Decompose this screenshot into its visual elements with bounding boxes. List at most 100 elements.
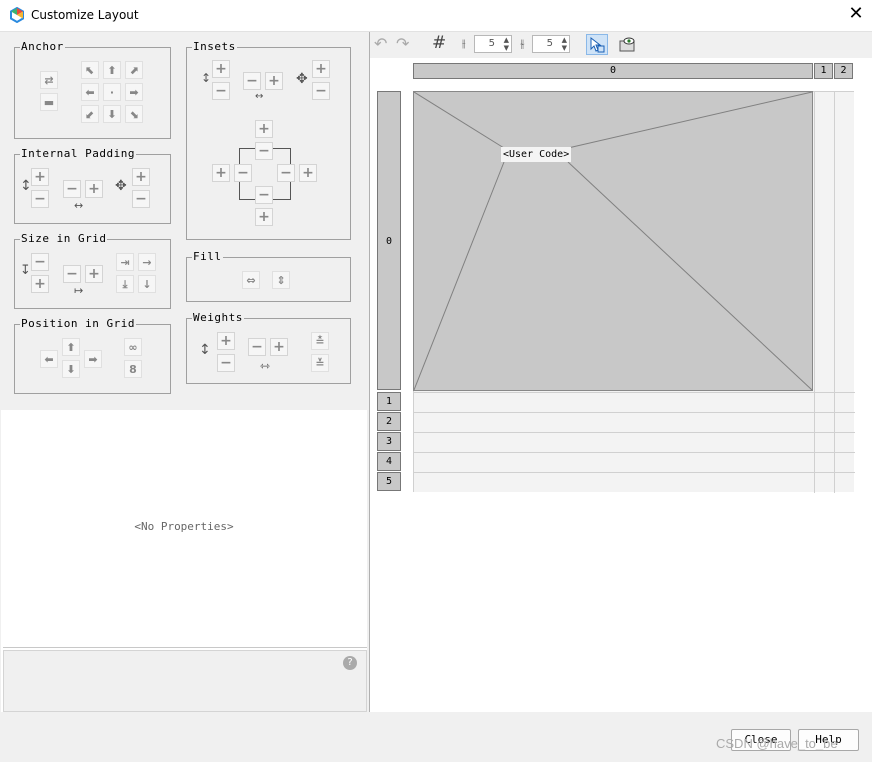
insets-all-minus-button[interactable]: − (312, 82, 330, 100)
vgap-spinner-arrows[interactable]: ▲ ▼ (562, 36, 567, 52)
column-header-1[interactable]: 1 (814, 63, 833, 79)
gridheight-minus-button[interactable]: − (31, 253, 49, 271)
relative-x-button[interactable]: ∞ (124, 338, 142, 356)
gridy-down-button[interactable]: ⬇ (62, 360, 80, 378)
width-remainder-button[interactable]: ⇥ (116, 253, 134, 271)
internal-padding-group: Internal Padding ↕ + − − + ↔ ✥ + − (14, 147, 171, 224)
weight-distribute-x-button[interactable]: ≛ (311, 332, 329, 350)
vertical-arrows-icon: ↕ (20, 178, 32, 194)
insets-right-minus-button[interactable]: − (277, 164, 295, 182)
ipady-plus-button[interactable]: + (31, 168, 49, 186)
insets-bottom-plus-button[interactable]: + (255, 208, 273, 226)
app-logo-icon (10, 7, 24, 23)
height-remainder-button[interactable]: ⤓ (116, 275, 134, 293)
no-properties-text: <No Properties> (134, 520, 234, 533)
row-header-5[interactable]: 5 (377, 472, 401, 491)
insets-left-minus-button[interactable]: − (234, 164, 252, 182)
width-span-icon: ↦ (74, 284, 84, 297)
insets-top-minus-inner-button[interactable]: − (255, 142, 273, 160)
position-in-grid-label: Position in Grid (20, 317, 136, 330)
hgap-value: 5 (488, 38, 495, 49)
gridheight-plus-button[interactable]: + (31, 275, 49, 293)
anchor-baseline-button[interactable]: ▬ (40, 93, 58, 111)
preview-eye-icon (619, 37, 635, 52)
gridx-left-button[interactable]: ⬅ (40, 350, 58, 368)
horizontal-arrows-icon: ↔ (74, 199, 84, 212)
constraints-area: Anchor ⇄ ▬ ⬉ ⬆ ⬈ ⬅ · ➡ ⬋ ⬇ ⬊ Insets ↕ + … (1, 32, 367, 410)
hgap-spinner[interactable]: 5 ▲ ▼ (474, 35, 512, 53)
column-header-2[interactable]: 2 (834, 63, 853, 79)
row-header-0[interactable]: 0 (377, 91, 401, 390)
hgap-icon: ⫲ (462, 37, 466, 50)
anchor-n-button[interactable]: ⬆ (103, 61, 121, 79)
row-header-2[interactable]: 2 (377, 412, 401, 431)
anchor-group-label: Anchor (20, 40, 65, 53)
anchor-sw-button[interactable]: ⬋ (81, 105, 99, 123)
anchor-s-button[interactable]: ⬇ (103, 105, 121, 123)
insets-bottom-minus-button[interactable]: − (255, 186, 273, 204)
width-relative-button[interactable]: → (138, 253, 156, 271)
relative-y-button[interactable]: 8 (124, 360, 142, 378)
vgap-spinner[interactable]: 5 ▲ ▼ (532, 35, 570, 53)
weights-group: Weights ↕ + − − + ⇿ ≛ ≚ (186, 311, 351, 384)
position-in-grid-group: Position in Grid ⬅ ⬆ ⬇ ➡ ∞ 8 (14, 317, 171, 394)
anchor-nw-button[interactable]: ⬉ (81, 61, 99, 79)
undo-icon[interactable]: ↶ (374, 36, 387, 52)
preview-button[interactable] (618, 36, 636, 52)
column-header-0[interactable]: 0 (413, 63, 813, 79)
ipad-both-plus-button[interactable]: + (132, 168, 150, 186)
weightx-minus-button[interactable]: − (248, 338, 266, 356)
fill-group-label: Fill (192, 250, 223, 263)
row-header-3[interactable]: 3 (377, 432, 401, 451)
anchor-w-button[interactable]: ⬅ (81, 83, 99, 101)
anchor-center-button[interactable]: · (103, 83, 121, 101)
weightx-plus-button[interactable]: + (270, 338, 288, 356)
ipad-both-minus-button[interactable]: − (132, 190, 150, 208)
row-header-1[interactable]: 1 (377, 392, 401, 411)
component-cross-lines (414, 92, 813, 391)
move-arrows-icon: ✥ (296, 71, 308, 87)
weighty-minus-button[interactable]: − (217, 354, 235, 372)
close-window-icon[interactable]: ✕ (848, 5, 864, 23)
insets-top-minus-button[interactable]: − (212, 82, 230, 100)
fill-group: Fill ⇔ ⇕ (186, 250, 351, 302)
anchor-ne-button[interactable]: ⬈ (125, 61, 143, 79)
grid-icon[interactable]: # (432, 35, 446, 52)
fill-horizontal-button[interactable]: ⇔ (242, 271, 260, 289)
ipady-minus-button[interactable]: − (31, 190, 49, 208)
insets-right-plus-button[interactable]: + (299, 164, 317, 182)
ipadx-plus-button[interactable]: + (85, 180, 103, 198)
left-panel: Anchor ⇄ ▬ ⬉ ⬆ ⬈ ⬅ · ➡ ⬋ ⬇ ⬊ Insets ↕ + … (1, 32, 367, 712)
user-code-component[interactable] (413, 91, 813, 391)
insets-horiz-plus-button[interactable]: + (265, 72, 283, 90)
fill-vertical-button[interactable]: ⇕ (272, 271, 290, 289)
row-header-4[interactable]: 4 (377, 452, 401, 471)
redo-icon[interactable]: ↷ (396, 36, 409, 52)
insets-all-plus-button[interactable]: + (312, 60, 330, 78)
size-in-grid-group: Size in Grid ↧ − + − + ↦ ⇥ → ⤓ ↓ (14, 232, 171, 309)
insets-horiz-minus-button[interactable]: − (243, 72, 261, 90)
weight-distribute-y-button[interactable]: ≚ (311, 354, 329, 372)
anchor-se-button[interactable]: ⬊ (125, 105, 143, 123)
anchor-group: Anchor ⇄ ▬ ⬉ ⬆ ⬈ ⬅ · ➡ ⬋ ⬇ ⬊ (14, 40, 171, 139)
hgap-spinner-arrows[interactable]: ▲ ▼ (504, 36, 509, 52)
insets-top-plus-button[interactable]: + (212, 60, 230, 78)
selection-tool-button[interactable] (586, 34, 608, 55)
insets-group: Insets ↕ + − − + ↔ ✥ + − + − + − − + − + (186, 40, 351, 240)
gridwidth-plus-button[interactable]: + (85, 265, 103, 283)
move-arrows-icon: ✥ (115, 178, 127, 194)
gridwidth-minus-button[interactable]: − (63, 265, 81, 283)
weighty-plus-button[interactable]: + (217, 332, 235, 350)
ipadx-minus-button[interactable]: − (63, 180, 81, 198)
gridy-up-button[interactable]: ⬆ (62, 338, 80, 356)
vgap-value: 5 (546, 38, 553, 49)
insets-outer-top-plus-button[interactable]: + (255, 120, 273, 138)
insets-left-plus-button[interactable]: + (212, 164, 230, 182)
gridx-right-button[interactable]: ➡ (84, 350, 102, 368)
watermark-text: CSDN @have_to_be (716, 736, 838, 751)
anchor-baseline-toggle-button[interactable]: ⇄ (40, 71, 58, 89)
help-icon[interactable]: ? (343, 656, 357, 670)
height-relative-button[interactable]: ↓ (138, 275, 156, 293)
anchor-e-button[interactable]: ➡ (125, 83, 143, 101)
title-bar: Customize Layout ✕ (0, 0, 872, 32)
